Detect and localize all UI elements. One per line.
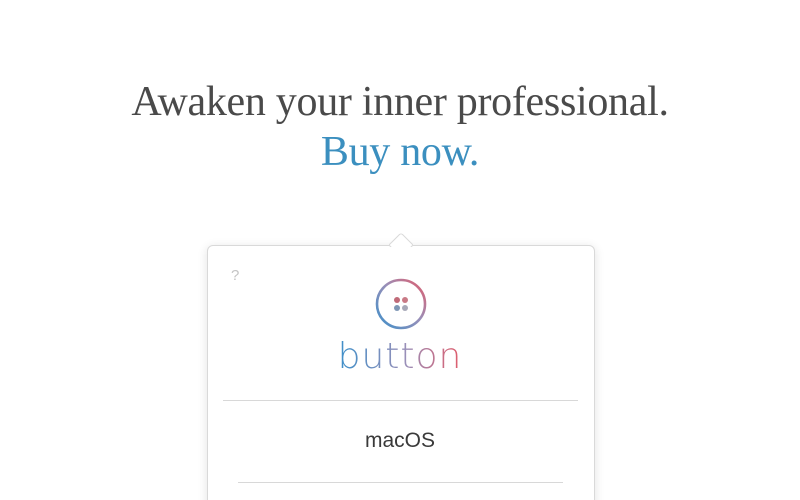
buy-now-link[interactable]: Buy now.	[0, 126, 800, 178]
button-wordmark-text: button	[337, 336, 463, 377]
button-logo-icon	[374, 277, 428, 331]
divider-bottom	[238, 482, 563, 483]
platform-macos-item[interactable]: macOS	[0, 425, 800, 457]
button-wordmark: button	[0, 334, 800, 380]
divider-top	[223, 400, 578, 401]
popover-arrow	[389, 227, 413, 247]
headline: Awaken your inner professional.	[131, 79, 669, 125]
help-button[interactable]: ?	[231, 267, 239, 284]
